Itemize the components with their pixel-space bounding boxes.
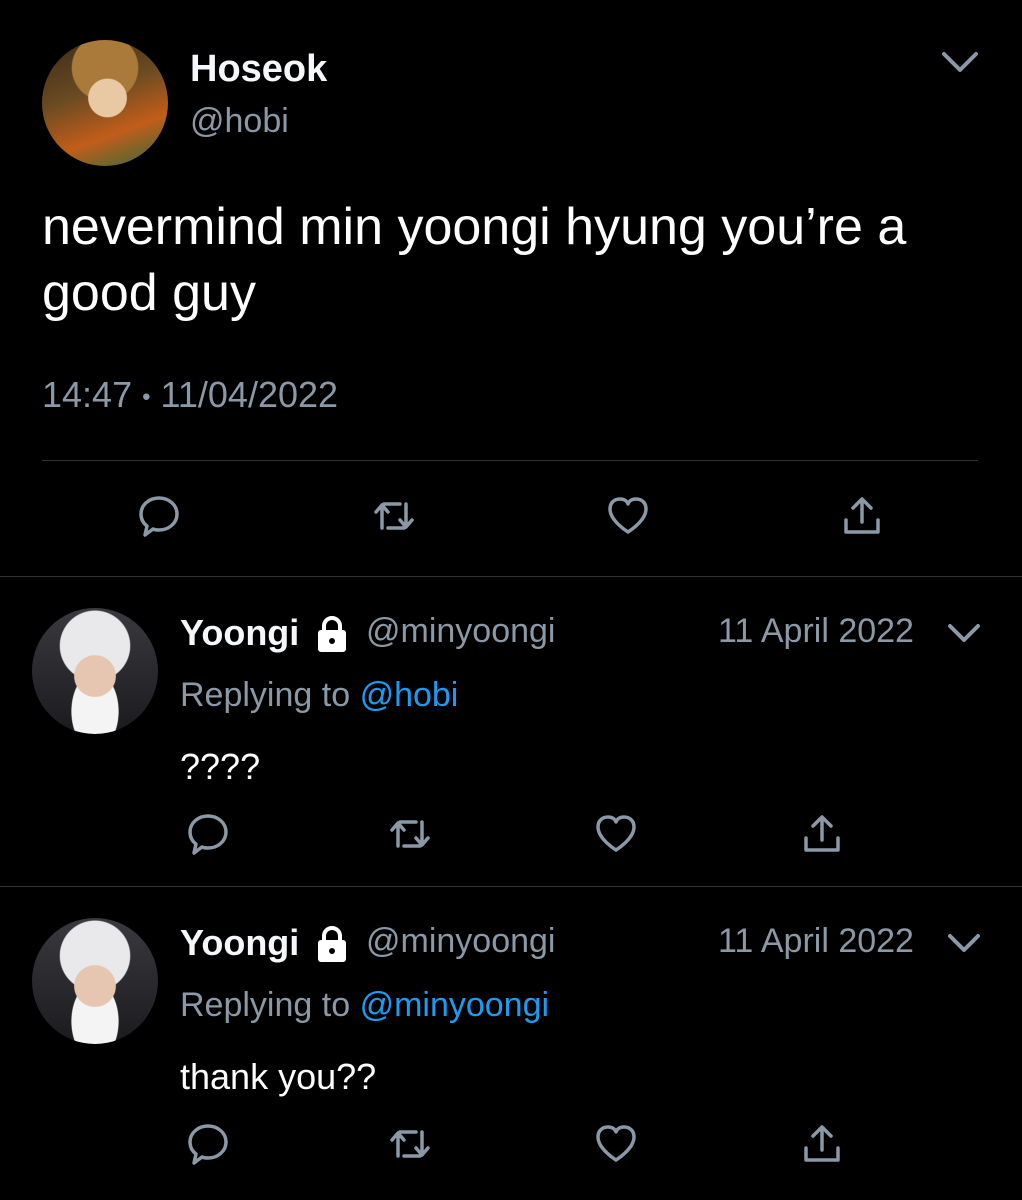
avatar-hoseok[interactable] xyxy=(42,40,168,166)
retweet-button[interactable] xyxy=(382,808,438,864)
heart-icon xyxy=(592,1120,640,1173)
replying-to-label: Replying to xyxy=(180,986,351,1024)
heart-icon xyxy=(592,810,640,863)
reply-text: thank you?? xyxy=(180,1056,377,1097)
reply-author-name[interactable]: Yoongi xyxy=(180,612,299,654)
divider xyxy=(0,886,1022,887)
share-icon xyxy=(798,1120,846,1173)
reply-author-handle[interactable]: @minyoongi xyxy=(366,922,556,961)
reply-button[interactable] xyxy=(131,490,187,546)
reply-button[interactable] xyxy=(180,1118,236,1174)
retweet-button[interactable] xyxy=(382,1118,438,1174)
speech-bubble-icon xyxy=(184,810,232,863)
tweet-text: nevermind min yoongi hyung you’re a good… xyxy=(42,198,907,322)
reply-author-name[interactable]: Yoongi xyxy=(180,922,299,964)
mention-link[interactable]: @hobi xyxy=(360,676,459,714)
tweet-timestamp: 14:47 • 11/04/2022 xyxy=(42,374,338,416)
like-button[interactable] xyxy=(588,1118,644,1174)
replying-to: Replying to @hobi xyxy=(180,676,458,715)
chevron-down-icon xyxy=(944,624,984,652)
speech-bubble-icon xyxy=(135,492,183,545)
avatar-yoongi[interactable] xyxy=(32,918,158,1044)
like-button[interactable] xyxy=(600,490,656,546)
chevron-down-icon xyxy=(940,52,980,80)
avatar-yoongi[interactable] xyxy=(32,608,158,734)
share-button[interactable] xyxy=(794,1118,850,1174)
divider xyxy=(42,460,978,461)
retweet-icon xyxy=(370,492,418,545)
mention-link[interactable]: @minyoongi xyxy=(360,986,550,1024)
heart-icon xyxy=(604,492,652,545)
lock-icon xyxy=(312,614,352,659)
more-options-chevron[interactable] xyxy=(940,48,980,81)
share-button[interactable] xyxy=(834,490,890,546)
reply-author-handle[interactable]: @minyoongi xyxy=(366,612,556,651)
divider xyxy=(0,576,1022,577)
reply-button[interactable] xyxy=(180,808,236,864)
like-button[interactable] xyxy=(588,808,644,864)
author-handle[interactable]: @hobi xyxy=(190,102,289,141)
retweet-button[interactable] xyxy=(366,490,422,546)
meta-separator: • xyxy=(142,383,151,411)
share-button[interactable] xyxy=(794,808,850,864)
share-icon xyxy=(798,810,846,863)
author-display-name[interactable]: Hoseok xyxy=(190,48,327,91)
tweet-date: 11/04/2022 xyxy=(160,374,339,415)
more-options-chevron[interactable] xyxy=(944,930,984,963)
reply-date: 11 April 2022 xyxy=(718,922,914,960)
replying-to: Replying to @minyoongi xyxy=(180,986,549,1025)
chevron-down-icon xyxy=(944,934,984,962)
reply-date: 11 April 2022 xyxy=(718,612,914,650)
replying-to-label: Replying to xyxy=(180,676,351,714)
tweet-time: 14:47 xyxy=(42,374,133,415)
retweet-icon xyxy=(386,1120,434,1173)
speech-bubble-icon xyxy=(184,1120,232,1173)
retweet-icon xyxy=(386,810,434,863)
share-icon xyxy=(838,492,886,545)
lock-icon xyxy=(312,924,352,969)
more-options-chevron[interactable] xyxy=(944,620,984,653)
reply-text: ???? xyxy=(180,746,261,787)
